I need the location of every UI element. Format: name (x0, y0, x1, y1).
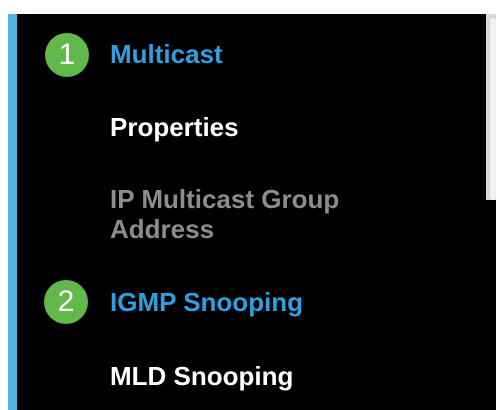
nav-item-mld-snooping[interactable]: MLD Snooping (110, 361, 293, 391)
step-2-badge: 2 (44, 280, 88, 324)
nav-accent-bar (8, 14, 17, 410)
nav-item-igmp-snooping[interactable]: IGMP Snooping (110, 287, 303, 317)
step-1-badge: 1 (45, 33, 89, 77)
nav-item-multicast[interactable]: Multicast (110, 39, 223, 69)
screenshot-frame: Multicast Properties IP Multicast Group … (0, 0, 496, 410)
nav-item-ip-multicast-group-address[interactable]: IP Multicast Group Address (110, 184, 410, 244)
scrollbar-thumb[interactable] (490, 18, 496, 200)
nav-item-properties[interactable]: Properties (110, 112, 239, 142)
